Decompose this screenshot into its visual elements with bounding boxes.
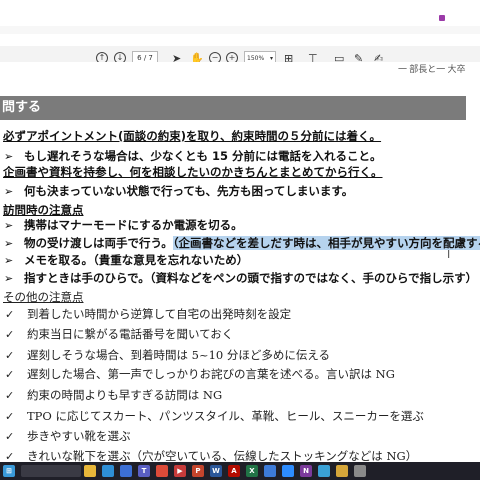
arrow-bullet-icon: ➢ — [4, 219, 14, 232]
text-cursor-icon: I — [447, 248, 451, 261]
zoom-value: 150% — [247, 54, 265, 62]
doc-line-text: 約束当日に繋がる電話番号を聞いておく — [27, 327, 234, 341]
maps-icon[interactable] — [318, 465, 330, 477]
doc-line-text: 指すときは手のひらで。（資料などをペンの頭で指すのではなく、手のひらで指し示す） — [24, 271, 478, 285]
doc-line: ➢ もし遅れそうな場合は、少なくとも 15 分前には電話を入れること。 — [0, 148, 382, 165]
doc-line: 企画書や資料を持参し、何を相談したいのかきちんとまとめてから行く。 — [3, 164, 383, 180]
arrow-bullet-icon: ➢ — [4, 237, 14, 250]
arrow-bullet-icon: ➢ — [4, 272, 14, 285]
acrobat-icon[interactable]: A — [228, 465, 240, 477]
onenote-icon[interactable]: N — [300, 465, 312, 477]
doc-line-text: 携帯はマナーモードにするか電源を切る。 — [24, 218, 243, 232]
doc-line: ✓ 約束の時間よりも早すぎる訪問は NG — [0, 387, 222, 404]
section-heading: 問する — [0, 96, 466, 120]
doc-line-text: もし遅れそうな場合は、少なくとも 15 分前には電話を入れること。 — [24, 149, 382, 163]
doc-line: ✓ 遅刻した場合、第一声でしっかりお詫びの言葉を述べる。言い訳は NG — [0, 366, 395, 383]
checkmark-bullet-icon: ✓ — [5, 349, 15, 362]
document-page: 一 部長と一 大卒 問する 必ずアポイントメント(面談の約束)を取り、約束時間の… — [0, 62, 480, 463]
doc-line-text: 企画書や資料を持参し、何を相談したいのかきちんとまとめてから行く。 — [3, 165, 383, 179]
checkmark-bullet-icon: ✓ — [5, 389, 15, 402]
doc-line: ✓ 遅刻しそうな場合、到着時間は 5~10 分ほど多めに伝える — [0, 347, 330, 364]
doc-line: ✓ 歩きやすい靴を選ぶ — [0, 428, 131, 445]
chevron-down-icon: ▾ — [269, 54, 273, 62]
word-icon[interactable]: W — [210, 465, 222, 477]
doc-line-text: 訪問時の注意点 — [3, 203, 84, 217]
checkmark-bullet-icon: ✓ — [5, 430, 15, 443]
doc-line-text: TPO に応じてスカート、パンツスタイル、革靴、ヒール、スニーカーを選ぶ — [27, 409, 424, 423]
arrow-bullet-icon: ➢ — [4, 185, 14, 198]
doc-line: ✓ 約束当日に繋がる電話番号を聞いておく — [0, 326, 233, 343]
checkmark-bullet-icon: ✓ — [5, 328, 15, 341]
doc-line: ➢ 携帯はマナーモードにするか電源を切る。 — [0, 217, 243, 234]
app-icon[interactable] — [354, 465, 366, 477]
page-current: 6 — [137, 54, 142, 62]
doc-line: 訪問時の注意点 — [3, 202, 84, 218]
video-icon[interactable]: ▶ — [174, 465, 186, 477]
store-icon[interactable] — [120, 465, 132, 477]
doc-line-text: 何も決まっていない状態で行っても、先方も困ってしまいます。 — [24, 184, 354, 198]
doc-line: ✓ 到着したい時間から逆算して自宅の出発時刻を設定 — [0, 306, 291, 323]
checkmark-bullet-icon: ✓ — [5, 368, 15, 381]
windows-start-icon[interactable]: ⊞ — [3, 465, 15, 477]
teams-icon[interactable]: T — [138, 465, 150, 477]
powerpoint-icon[interactable]: P — [192, 465, 204, 477]
doc-line-text: その他の注意点 — [3, 290, 84, 304]
doc-line-text: 到着したい時間から逆算して自宅の出発時刻を設定 — [27, 307, 292, 321]
header-right-text: 一 部長と一 大卒 — [398, 64, 466, 74]
arrow-bullet-icon: ➢ — [4, 254, 14, 267]
edge-icon[interactable] — [102, 465, 114, 477]
doc-line-text: 歩きやすい靴を選ぶ — [27, 429, 131, 443]
explorer-icon[interactable] — [84, 465, 96, 477]
doc-line-text: 遅刻しそうな場合、到着時間は 5~10 分ほど多めに伝える — [27, 348, 331, 362]
excel-icon[interactable]: X — [246, 465, 258, 477]
taskbar: ⊞ T ▶ P W A X N — [0, 462, 480, 480]
doc-line: ➢ 物の受け渡しは両手で行う。（企画書などを差しだす時は、相手が見やすい方向を配慮… — [0, 235, 480, 252]
doc-line: その他の注意点 — [3, 289, 84, 305]
checkmark-bullet-icon: ✓ — [5, 308, 15, 321]
arrow-bullet-icon: ➢ — [4, 150, 14, 163]
doc-line-text: 物の受け渡しは両手で行う。 — [24, 236, 173, 250]
doc-line: ➢ メモを取る。（貴重な意見を忘れないため） — [0, 252, 248, 269]
doc-line: ➢ 指すときは手のひらで。（資料などをペンの頭で指すのではなく、手のひらで指し示す… — [0, 270, 477, 287]
doc-line: ➢ 何も決まっていない状態で行っても、先方も困ってしまいます。 — [0, 183, 353, 200]
chrome-icon[interactable] — [156, 465, 168, 477]
doc-line-text: 必ずアポイントメント(面談の約束)を取り、約束時間の５分前には着く。 — [3, 129, 382, 143]
doc-line-text: メモを取る。（貴重な意見を忘れないため） — [24, 253, 249, 267]
window-marker-icon — [439, 15, 445, 21]
doc-line: 必ずアポイントメント(面談の約束)を取り、約束時間の５分前には着く。 — [3, 128, 381, 144]
photos-icon[interactable] — [264, 465, 276, 477]
checkmark-bullet-icon: ✓ — [5, 410, 15, 423]
browser-top-area — [0, 0, 480, 34]
page-total: / 7 — [143, 54, 153, 62]
doc-line-text: 遅刻した場合、第一声でしっかりお詫びの言葉を述べる。言い訳は NG — [27, 367, 395, 381]
taskbar-search-box[interactable] — [21, 465, 81, 477]
selected-text[interactable]: （企画書などを差しだす時は、相手が見やすい方向を配慮する） — [172, 236, 480, 250]
zoom-icon[interactable] — [282, 465, 294, 477]
tab-strip — [0, 0, 480, 26]
doc-line: ✓ TPO に応じてスカート、パンツスタイル、革靴、ヒール、スニーカーを選ぶ — [0, 408, 424, 425]
doc-line-text: きれいな靴下を選ぶ（穴が空いている、伝線したストッキングなどは NG） — [27, 449, 418, 463]
doc-line-text: 約束の時間よりも早すぎる訪問は NG — [27, 388, 223, 402]
pinwheel-icon[interactable] — [336, 465, 348, 477]
